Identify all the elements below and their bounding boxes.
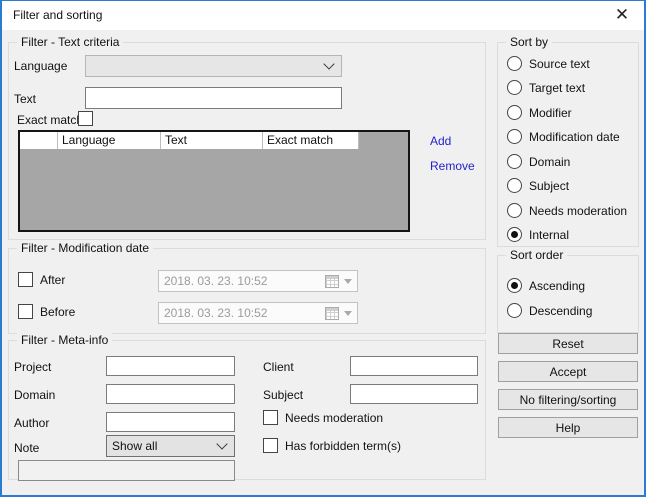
text-criteria-table[interactable]: Language Text Exact match	[18, 130, 410, 232]
table-header: Language Text Exact match	[20, 132, 408, 149]
after-label: After	[40, 273, 65, 287]
radio-descending[interactable]: Descending	[507, 303, 592, 318]
close-icon: ✕	[615, 5, 629, 25]
radio-subject[interactable]: Subject	[507, 178, 569, 193]
before-date-input[interactable]: 2018. 03. 23. 10:52	[158, 302, 358, 324]
exact-match-label: Exact match	[17, 113, 83, 127]
client-label: Client	[263, 360, 294, 374]
window-title: Filter and sorting	[13, 8, 102, 22]
project-label: Project	[14, 360, 51, 374]
language-combobox[interactable]	[85, 55, 342, 77]
group-modification-date-label: Filter - Modification date	[17, 241, 153, 255]
note-combobox[interactable]: Show all	[106, 435, 235, 457]
radio-needs-moderation[interactable]: Needs moderation	[507, 203, 627, 218]
help-button[interactable]: Help	[498, 417, 638, 438]
group-sort-order: Sort order	[497, 255, 639, 333]
calendar-icon	[325, 275, 339, 288]
domain-label: Domain	[14, 388, 55, 402]
needs-moderation-label: Needs moderation	[285, 411, 383, 425]
needs-moderation-checkbox[interactable]	[263, 410, 278, 425]
note-combobox-value: Show all	[112, 439, 157, 453]
radio-label: Domain	[529, 155, 570, 169]
reset-button[interactable]: Reset	[498, 333, 638, 354]
radio-modifier[interactable]: Modifier	[507, 105, 572, 120]
radio-label: Descending	[529, 304, 592, 318]
radio-icon	[507, 278, 522, 293]
language-label: Language	[14, 59, 67, 73]
table-header-text[interactable]: Text	[161, 132, 263, 149]
after-checkbox-row: After	[18, 272, 65, 287]
radio-domain[interactable]: Domain	[507, 154, 570, 169]
add-link[interactable]: Add	[430, 134, 451, 148]
domain-input[interactable]	[106, 384, 235, 404]
radio-icon	[507, 178, 522, 193]
radio-label: Modification date	[529, 130, 620, 144]
subject-input[interactable]	[350, 384, 478, 404]
radio-label: Source text	[529, 57, 590, 71]
text-input[interactable]	[85, 87, 342, 109]
group-sort-by-label: Sort by	[506, 35, 552, 49]
radio-label: Ascending	[529, 279, 585, 293]
table-header-blank[interactable]	[20, 132, 58, 149]
before-date-controls	[325, 307, 352, 320]
after-date-value: 2018. 03. 23. 10:52	[164, 274, 267, 288]
radio-icon	[507, 154, 522, 169]
radio-internal[interactable]: Internal	[507, 227, 569, 242]
radio-source-text[interactable]: Source text	[507, 56, 590, 71]
author-label: Author	[14, 416, 49, 430]
radio-ascending[interactable]: Ascending	[507, 278, 585, 293]
filter-sorting-dialog: Filter and sorting ✕ Filter - Text crite…	[0, 0, 646, 497]
radio-icon	[507, 56, 522, 71]
radio-icon	[507, 227, 522, 242]
dropdown-arrow-icon[interactable]	[344, 311, 352, 316]
text-label: Text	[14, 92, 36, 106]
calendar-icon	[325, 307, 339, 320]
radio-label: Needs moderation	[529, 204, 627, 218]
dropdown-arrow-icon[interactable]	[344, 279, 352, 284]
has-forbidden-label: Has forbidden term(s)	[285, 439, 401, 453]
after-date-input[interactable]: 2018. 03. 23. 10:52	[158, 270, 358, 292]
before-checkbox[interactable]	[18, 304, 33, 319]
after-date-controls	[325, 275, 352, 288]
note-label: Note	[14, 441, 39, 455]
project-input[interactable]	[106, 356, 235, 376]
table-header-exact-match[interactable]: Exact match	[263, 132, 359, 149]
chevron-down-icon	[216, 438, 227, 449]
meta-extra-input[interactable]	[18, 460, 235, 481]
needs-moderation-row: Needs moderation	[263, 410, 383, 425]
radio-icon	[507, 203, 522, 218]
remove-link[interactable]: Remove	[430, 159, 475, 173]
group-sort-order-label: Sort order	[506, 248, 567, 262]
before-date-value: 2018. 03. 23. 10:52	[164, 306, 267, 320]
client-input[interactable]	[350, 356, 478, 376]
radio-label: Target text	[529, 81, 585, 95]
no-filtering-sorting-button[interactable]: No filtering/sorting	[498, 389, 638, 410]
group-meta-info-label: Filter - Meta-info	[17, 333, 112, 347]
radio-icon	[507, 105, 522, 120]
subject-label: Subject	[263, 388, 303, 402]
has-forbidden-checkbox[interactable]	[263, 438, 278, 453]
title-bar: Filter and sorting ✕	[0, 0, 646, 30]
chevron-down-icon	[323, 58, 334, 69]
exact-match-checkbox[interactable]	[78, 111, 93, 126]
radio-label: Modifier	[529, 106, 572, 120]
radio-label: Subject	[529, 179, 569, 193]
close-button[interactable]: ✕	[600, 1, 644, 29]
radio-modification-date[interactable]: Modification date	[507, 129, 620, 144]
radio-icon	[507, 80, 522, 95]
radio-icon	[507, 303, 522, 318]
radio-target-text[interactable]: Target text	[507, 80, 585, 95]
table-header-language[interactable]: Language	[58, 132, 161, 149]
before-checkbox-row: Before	[18, 304, 75, 319]
radio-label: Internal	[529, 228, 569, 242]
accept-button[interactable]: Accept	[498, 361, 638, 382]
after-checkbox[interactable]	[18, 272, 33, 287]
author-input[interactable]	[106, 412, 235, 432]
radio-icon	[507, 129, 522, 144]
group-text-criteria-label: Filter - Text criteria	[17, 35, 123, 49]
before-label: Before	[40, 305, 75, 319]
has-forbidden-row: Has forbidden term(s)	[263, 438, 401, 453]
